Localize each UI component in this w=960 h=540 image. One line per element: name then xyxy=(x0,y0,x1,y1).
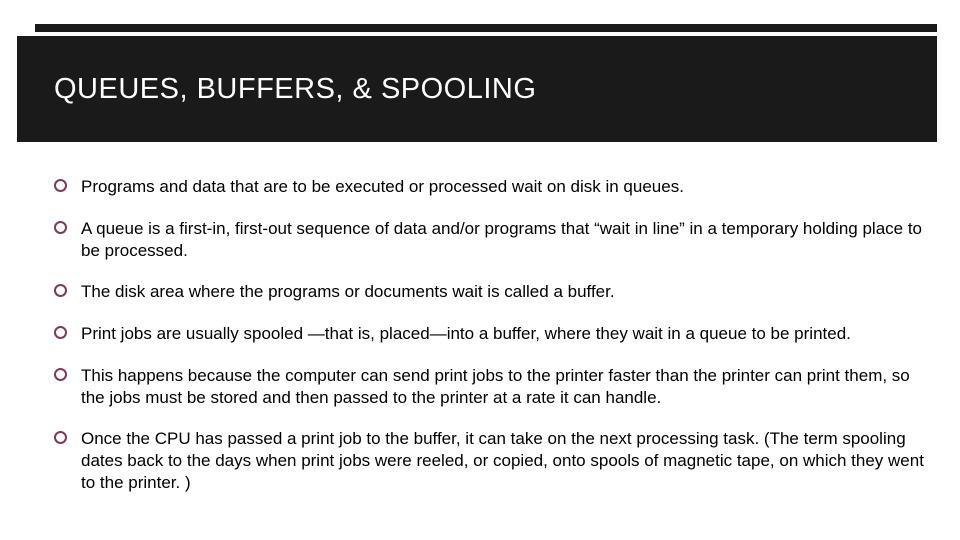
bullet-text: This happens because the computer can se… xyxy=(81,365,930,409)
bullet-icon xyxy=(54,179,67,192)
bullet-icon xyxy=(54,431,67,444)
bullet-icon xyxy=(54,221,67,234)
top-rule xyxy=(35,24,937,32)
bullet-icon xyxy=(54,284,67,297)
list-item: Programs and data that are to be execute… xyxy=(54,176,930,198)
bullet-icon xyxy=(54,326,67,339)
bullet-text: The disk area where the programs or docu… xyxy=(81,281,930,303)
list-item: Print jobs are usually spooled —that is,… xyxy=(54,323,930,345)
slide-title: QUEUES, BUFFERS, & SPOOLING xyxy=(17,73,536,106)
bullet-text: Print jobs are usually spooled —that is,… xyxy=(81,323,930,345)
title-band: QUEUES, BUFFERS, & SPOOLING xyxy=(17,36,937,142)
list-item: A queue is a first-in, first-out sequenc… xyxy=(54,218,930,262)
bullet-icon xyxy=(54,368,67,381)
bullet-text: Programs and data that are to be execute… xyxy=(81,176,930,198)
bullet-text: A queue is a first-in, first-out sequenc… xyxy=(81,218,930,262)
list-item: The disk area where the programs or docu… xyxy=(54,281,930,303)
bullet-text: Once the CPU has passed a print job to t… xyxy=(81,428,930,493)
list-item: Once the CPU has passed a print job to t… xyxy=(54,428,930,493)
bullet-list: Programs and data that are to be execute… xyxy=(54,176,930,514)
list-item: This happens because the computer can se… xyxy=(54,365,930,409)
